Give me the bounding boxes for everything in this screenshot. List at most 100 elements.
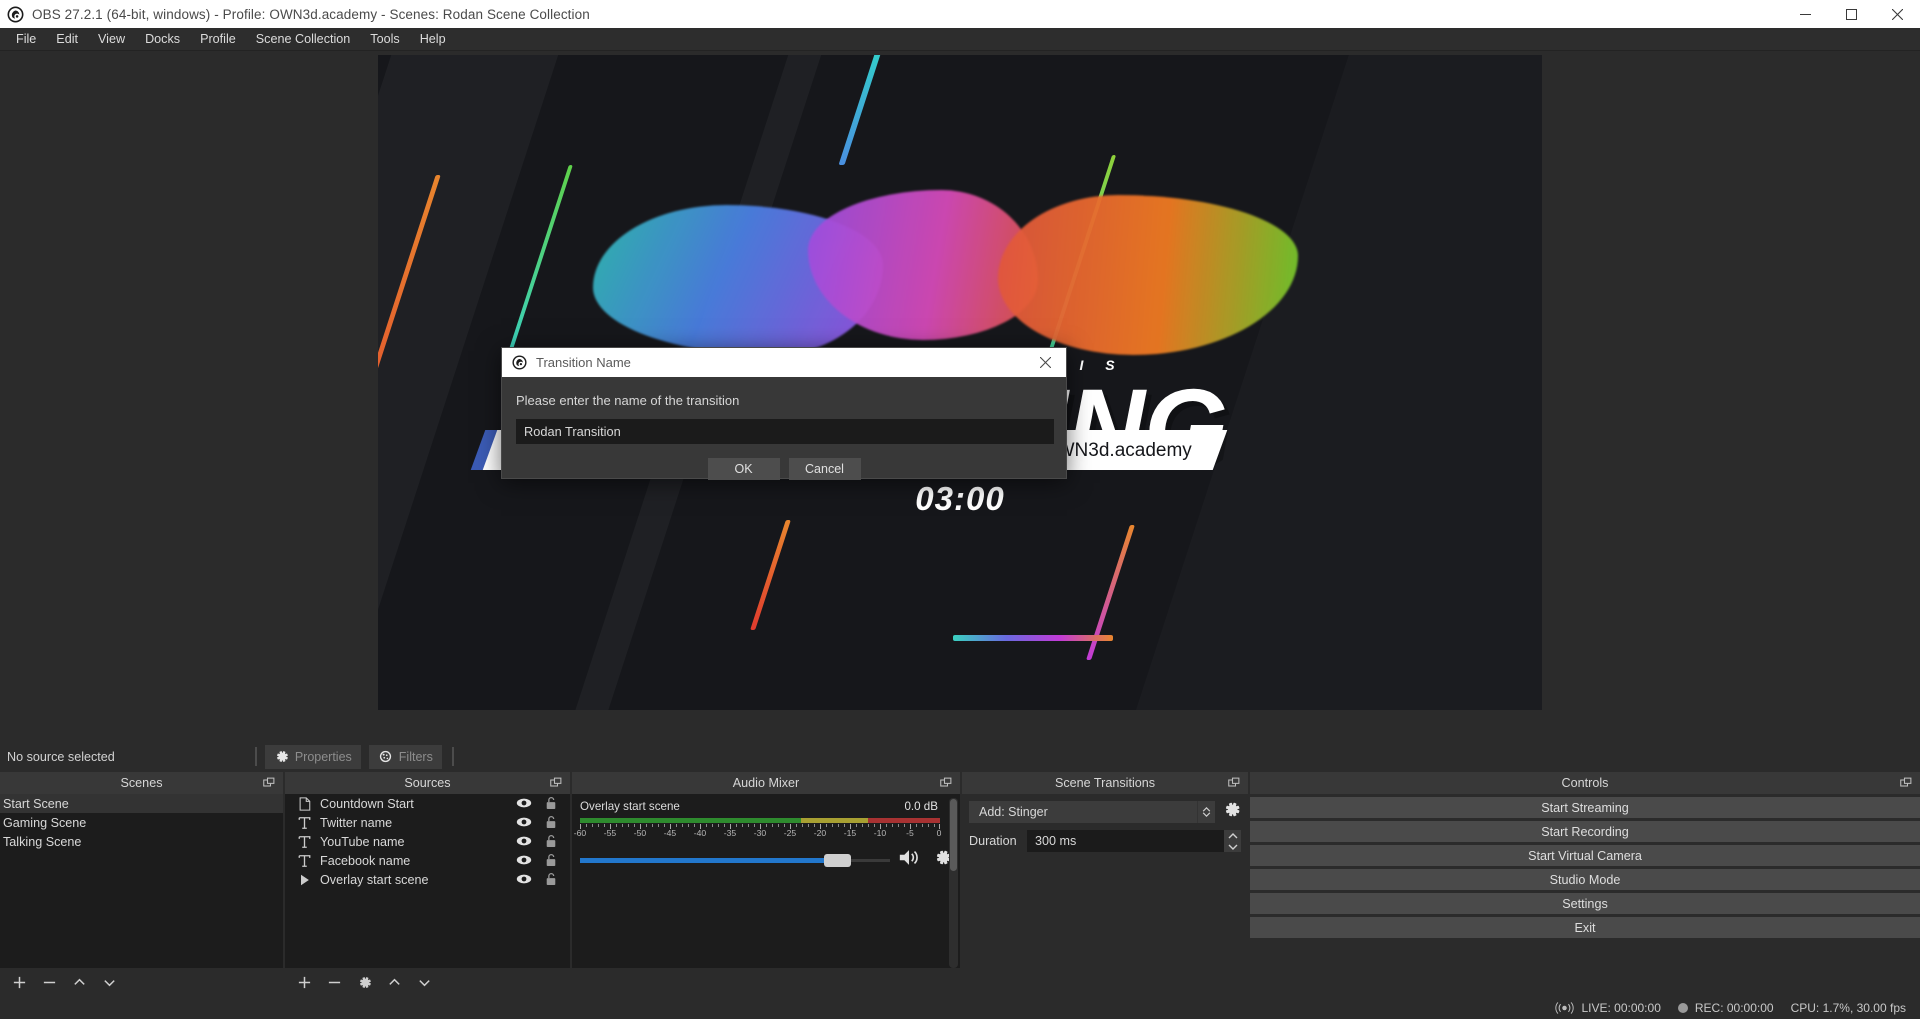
chevron-up-icon[interactable] <box>1228 833 1238 839</box>
menu-file[interactable]: File <box>6 28 46 50</box>
duration-value: 300 ms <box>1035 834 1076 848</box>
meter-tick-label: -45 <box>664 828 676 838</box>
meter-tick-minor <box>868 824 869 827</box>
float-dock-icon[interactable] <box>550 777 562 789</box>
gear-icon <box>274 749 289 764</box>
visibility-eye-icon[interactable] <box>516 815 532 832</box>
source-properties-button[interactable] <box>350 970 378 996</box>
source-item[interactable]: YouTube name <box>285 832 570 851</box>
properties-button[interactable]: Properties <box>265 745 361 769</box>
maximize-icon[interactable] <box>1828 0 1874 28</box>
lock-icon[interactable] <box>545 872 557 889</box>
ok-button[interactable]: OK <box>708 458 780 480</box>
scene-item[interactable]: Start Scene <box>0 794 283 813</box>
no-source-status: No source selected <box>7 750 115 764</box>
transitions-body: Add: Stinger Duration 300 ms <box>962 794 1248 968</box>
meter-red-zone <box>868 818 940 823</box>
meter-tick-label: -5 <box>906 828 914 838</box>
menu-docks[interactable]: Docks <box>135 28 190 50</box>
minimize-icon[interactable] <box>1782 0 1828 28</box>
visibility-eye-icon[interactable] <box>516 853 532 870</box>
remove-source-button[interactable] <box>320 970 348 996</box>
transition-name-input[interactable] <box>516 419 1054 444</box>
source-item[interactable]: Countdown Start <box>285 794 570 813</box>
move-scene-down-button[interactable] <box>95 970 123 996</box>
lock-icon[interactable] <box>545 834 557 851</box>
volume-fill <box>580 858 831 863</box>
meter-tick-minor <box>622 824 623 827</box>
menu-view[interactable]: View <box>88 28 135 50</box>
scenes-title: Scenes <box>120 776 162 790</box>
scene-item[interactable]: Talking Scene <box>0 832 283 851</box>
volume-slider-handle[interactable] <box>824 854 851 867</box>
menu-profile[interactable]: Profile <box>190 28 246 50</box>
transitions-footer <box>962 968 1248 997</box>
filters-button[interactable]: Filters <box>369 745 442 769</box>
chevron-down-icon[interactable] <box>1228 844 1238 850</box>
meter-tick-minor <box>592 824 593 827</box>
duration-input[interactable]: 300 ms <box>1027 830 1224 852</box>
meter-tick-minor <box>742 824 743 827</box>
obs-logo-icon <box>7 6 24 23</box>
float-dock-icon[interactable] <box>940 777 952 789</box>
lock-icon[interactable] <box>545 796 557 813</box>
dialog-close-icon[interactable] <box>1024 348 1066 377</box>
move-source-up-button[interactable] <box>380 970 408 996</box>
start-streaming-button[interactable]: Start Streaming <box>1250 797 1920 818</box>
controls-dock-header: Controls <box>1250 772 1920 794</box>
mixer-scrollbar-thumb[interactable] <box>950 799 957 871</box>
menu-scene-collection[interactable]: Scene Collection <box>246 28 361 50</box>
meter-tick-minor <box>844 824 845 827</box>
transition-gear-icon[interactable] <box>1222 800 1241 824</box>
settings-button[interactable]: Settings <box>1250 893 1920 914</box>
controls-dock: Controls Start Streaming Start Recording… <box>1248 772 1920 997</box>
meter-tick-label: -50 <box>634 828 646 838</box>
volume-slider[interactable] <box>580 851 890 869</box>
transition-spinner[interactable] <box>1197 801 1215 823</box>
menu-tools[interactable]: Tools <box>360 28 409 50</box>
mixer-scrollbar[interactable] <box>949 798 958 968</box>
menu-edit[interactable]: Edit <box>46 28 88 50</box>
float-dock-icon[interactable] <box>1228 777 1240 789</box>
start-virtual-camera-button[interactable]: Start Virtual Camera <box>1250 845 1920 866</box>
lock-icon[interactable] <box>545 815 557 832</box>
sources-list[interactable]: Countdown Start Twitter name <box>285 794 570 968</box>
source-item[interactable]: Twitter name <box>285 813 570 832</box>
meter-tick-minor <box>814 824 815 827</box>
add-source-button[interactable] <box>290 970 318 996</box>
text-icon <box>293 835 315 849</box>
meter-tick-minor <box>628 824 629 827</box>
stroke-bottom-orange <box>750 520 791 630</box>
menu-help[interactable]: Help <box>410 28 456 50</box>
float-dock-icon[interactable] <box>1900 777 1912 789</box>
toolbar-separator-2 <box>452 747 454 766</box>
meter-tick-minor <box>688 824 689 827</box>
float-dock-icon[interactable] <box>263 777 275 789</box>
speaker-icon[interactable] <box>898 848 920 872</box>
transition-select[interactable]: Add: Stinger <box>969 801 1197 823</box>
close-icon[interactable] <box>1874 0 1920 28</box>
meter-tick-label: -30 <box>754 828 766 838</box>
source-item[interactable]: Overlay start scene <box>285 870 570 889</box>
exit-button[interactable]: Exit <box>1250 917 1920 938</box>
move-scene-up-button[interactable] <box>65 970 93 996</box>
duration-label: Duration <box>969 834 1027 848</box>
remove-scene-button[interactable] <box>35 970 63 996</box>
move-source-down-button[interactable] <box>410 970 438 996</box>
add-scene-button[interactable] <box>5 970 33 996</box>
start-recording-button[interactable]: Start Recording <box>1250 821 1920 842</box>
source-item[interactable]: Facebook name <box>285 851 570 870</box>
controls-footer <box>1250 968 1920 997</box>
scenes-list[interactable]: Start Scene Gaming Scene Talking Scene <box>0 794 283 968</box>
lock-icon[interactable] <box>545 853 557 870</box>
cancel-button[interactable]: Cancel <box>789 458 861 480</box>
rec-status: REC: 00:00:00 <box>1678 1001 1774 1015</box>
visibility-eye-icon[interactable] <box>516 834 532 851</box>
scene-item[interactable]: Gaming Scene <box>0 813 283 832</box>
meter-tick-minor <box>706 824 707 827</box>
visibility-eye-icon[interactable] <box>516 796 532 813</box>
studio-mode-button[interactable]: Studio Mode <box>1250 869 1920 890</box>
visibility-eye-icon[interactable] <box>516 872 532 889</box>
duration-spinner[interactable] <box>1224 830 1241 852</box>
meter-tick-minor <box>892 824 893 827</box>
